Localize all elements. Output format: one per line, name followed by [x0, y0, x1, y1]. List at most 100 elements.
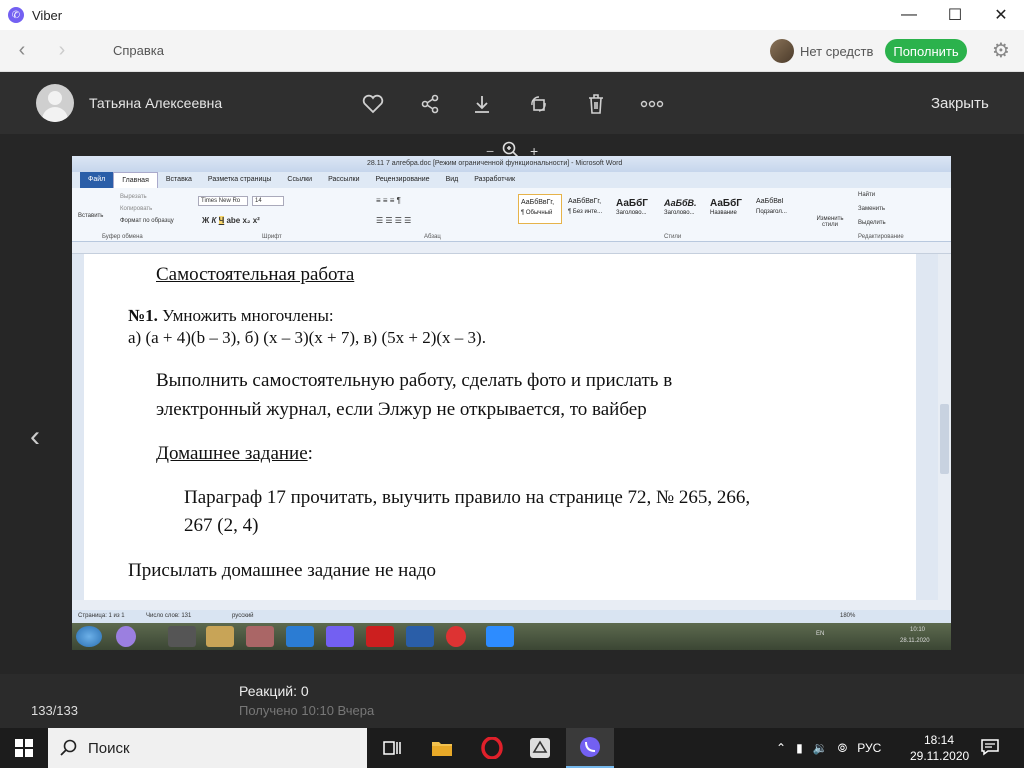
notifications-icon[interactable]: [980, 738, 1000, 758]
word-vertical-scrollbar: [938, 254, 951, 600]
photo-tray-date: 28.11.2020: [900, 638, 930, 644]
word-horizontal-scrollbar: [72, 600, 951, 610]
clock-date[interactable]: 29.11.2020: [910, 749, 969, 763]
window-title: Viber: [32, 7, 63, 23]
word-style-title: АаБбГ Название: [710, 198, 742, 216]
explorer-taskbar-button[interactable]: [418, 728, 466, 768]
word-tab-references: Ссылки: [287, 176, 313, 183]
word-group-clipboard: Буфер обмена: [102, 234, 143, 240]
word-tab-layout: Разметка страницы: [207, 176, 272, 183]
avatar[interactable]: [36, 84, 74, 122]
close-window-button[interactable]: ✕: [978, 0, 1024, 30]
forward-arrow-icon[interactable]: ›: [52, 39, 72, 61]
doc-heading: Самостоятельная работа: [156, 264, 355, 285]
word-select: Выделить: [858, 220, 886, 226]
clock-time[interactable]: 18:14: [924, 733, 954, 747]
minimize-button[interactable]: —: [886, 0, 932, 30]
taskbar-search-box[interactable]: Поиск: [48, 728, 367, 768]
word-status-words: Число слов: 131: [146, 613, 192, 619]
word-window-title: 28.11 7 алгебра.doc [Режим ограниченной …: [367, 160, 623, 167]
photo-opera-icon: [366, 626, 394, 647]
folder-icon: [432, 742, 452, 756]
task-view-button[interactable]: [368, 728, 416, 768]
word-group-editing: Редактирование: [858, 234, 904, 240]
back-arrow-icon[interactable]: ‹: [12, 39, 32, 61]
heart-icon[interactable]: [361, 92, 385, 116]
word-group-paragraph: Абзац: [424, 234, 441, 240]
word-title-bar: 28.11 7 алгебра.doc [Режим ограниченной …: [72, 156, 951, 172]
word-cut: Вырезать: [120, 194, 147, 200]
photo-alice-icon: [116, 626, 136, 647]
chevron-up-icon[interactable]: ⌃: [776, 741, 786, 755]
app-taskbar-button[interactable]: [516, 728, 564, 768]
word-style-normal: АаБбВвГг, ¶ Обычный: [518, 194, 562, 224]
word-style-heading1: АаБбГ Заголово...: [616, 198, 648, 216]
doc-paragraph-line2: электронный журнал, если Элжур не открыв…: [156, 399, 647, 420]
help-link[interactable]: Справка: [113, 43, 164, 58]
word-tab-home: Главная: [113, 172, 158, 188]
word-replace: Заменить: [858, 206, 885, 212]
wifi-icon[interactable]: ⦾: [838, 741, 848, 756]
maximize-button[interactable]: ☐: [932, 0, 978, 30]
sender-name[interactable]: Татьяна Алексеевна: [89, 95, 222, 111]
photo-viber-icon: [326, 626, 354, 647]
word-group-styles: Стили: [664, 234, 682, 240]
doc-task-items: а) (a + 4)(b – 3), б) (x – 3)(x + 7), в)…: [128, 328, 486, 347]
word-tab-file: Файл: [80, 172, 114, 188]
doc-task-line: №1. Умножить многочлены:: [128, 306, 334, 325]
opera-icon: [481, 737, 503, 759]
viber-icon: [580, 737, 600, 757]
windows-taskbar: Поиск ⌃ ▮ 🔉 ⦾ РУС 18:14 29.11.2020: [0, 728, 1024, 768]
media-viewer-header: Татьяна Алексеевна Закрыть: [0, 72, 1024, 134]
doc-final-line: Присылать домашнее задание не надо: [128, 560, 436, 581]
photo-windows-taskbar: EN 10:10 28.11.2020: [72, 623, 951, 650]
gear-icon[interactable]: ⚙: [990, 39, 1012, 62]
battery-icon[interactable]: ▮: [796, 741, 803, 755]
system-tray: ⌃ ▮ 🔉 ⦾ РУС: [776, 728, 881, 768]
word-font-name: Times New Ro: [198, 196, 248, 206]
topup-button[interactable]: Пополнить: [885, 39, 967, 63]
task-view-icon: [383, 741, 401, 755]
word-font-size: 14: [252, 196, 284, 206]
viber-taskbar-button[interactable]: [566, 728, 614, 768]
photo-folder-icon: [206, 626, 234, 647]
volume-icon[interactable]: 🔉: [813, 741, 828, 755]
doc-homework-line1: Параграф 17 прочитать, выучить правило н…: [184, 487, 751, 508]
trash-icon[interactable]: [584, 92, 608, 116]
share-icon[interactable]: [418, 92, 442, 116]
opera-taskbar-button[interactable]: [468, 728, 516, 768]
balance-avatar[interactable]: [770, 39, 794, 63]
unity-icon: [530, 738, 550, 758]
word-ribbon-tabs: Файл Главная Вставка Разметка страницы С…: [72, 172, 951, 188]
word-status-zoom: 180%: [840, 613, 856, 619]
word-status-page: Страница: 1 из 1: [78, 613, 125, 619]
doc-homework-line2: 267 (2, 4): [184, 515, 259, 536]
photo-media-icon: [246, 626, 274, 647]
close-viewer-button[interactable]: Закрыть: [931, 95, 989, 112]
word-tab-view: Вид: [445, 176, 459, 183]
download-icon[interactable]: [470, 92, 494, 116]
rotate-icon[interactable]: [527, 92, 551, 116]
photo-ie-icon: [286, 626, 314, 647]
keyboard-language[interactable]: РУС: [857, 741, 881, 755]
word-tab-mailings: Рассылки: [328, 176, 360, 183]
word-font-buttons: Ж К Ч abe x₂ x²: [202, 216, 260, 225]
received-time: Получено 10:10 Вчера: [239, 703, 375, 718]
reactions-count[interactable]: Реакций: 0: [239, 683, 309, 699]
word-document-page: Самостоятельная работа №1. Умножить мног…: [84, 254, 916, 600]
search-icon: [60, 739, 77, 756]
word-tab-developer: Разработчик: [474, 176, 516, 183]
window-controls: — ☐ ✕: [886, 0, 1024, 30]
word-style-no-spacing: АаБбВвГг, ¶ Без инте...: [568, 198, 603, 215]
previous-image-arrow-icon[interactable]: ‹: [30, 420, 40, 454]
word-change-styles: Изменить стили: [816, 216, 844, 228]
more-icon[interactable]: [640, 92, 664, 116]
photo-start-orb: [76, 626, 102, 647]
photo-zoom-icon: [486, 626, 514, 647]
word-ribbon: Вставить Вырезать Копировать Формат по о…: [72, 188, 951, 242]
word-ruler: [72, 242, 951, 254]
start-button[interactable]: [0, 728, 48, 768]
balance-status[interactable]: Нет средств: [800, 44, 873, 59]
word-style-heading2: АаБбВ. Заголово...: [664, 198, 697, 216]
viewer-footer: [0, 674, 1024, 728]
